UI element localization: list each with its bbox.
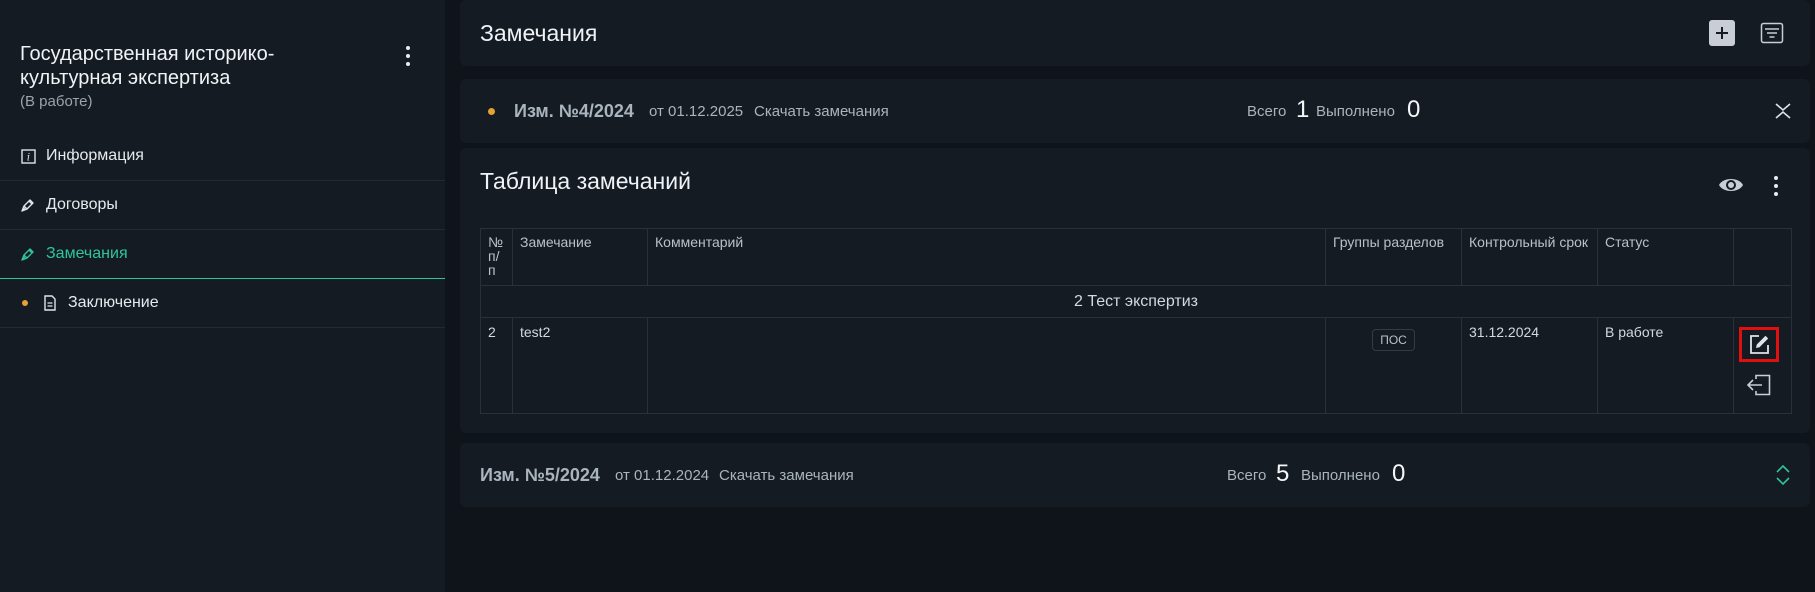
sidebar-item-conclusion[interactable]: Заключение	[0, 279, 445, 328]
section-tag: ПОС	[1372, 329, 1415, 351]
table-row[interactable]: 2 test2 ПОС 31.12.2024 В работе	[480, 317, 1792, 414]
table-menu-icon[interactable]	[1766, 174, 1786, 198]
total-value: 5	[1276, 460, 1290, 487]
plus-icon	[1716, 27, 1728, 39]
revision-bar[interactable]: Изм. №5/2024 от 01.12.2024 Скачать замеч…	[460, 443, 1810, 507]
done-label: Выполнено	[1316, 103, 1395, 120]
project-menu-icon[interactable]	[396, 44, 420, 68]
expand-icon[interactable]	[1773, 464, 1793, 486]
done-value: 0	[1392, 460, 1406, 487]
column-header	[1733, 228, 1792, 286]
info-icon: i	[20, 148, 36, 164]
group-label: 2 Тест экспертиз	[480, 285, 1792, 318]
group-row: 2 Тест экспертиз	[480, 285, 1792, 318]
done-label: Выполнено	[1301, 467, 1380, 484]
project-status: (В работе)	[20, 93, 93, 110]
table-title: Таблица замечаний	[480, 168, 691, 194]
column-header: Комментарий	[647, 228, 1326, 286]
project-title: Государственная историко-культурная эксп…	[20, 43, 275, 89]
filter-button[interactable]	[1759, 20, 1785, 46]
sidebar-item-remarks[interactable]: Замечания	[0, 230, 445, 279]
remark-cell: test2	[512, 317, 648, 414]
remarks-table-card: Таблица замечаний № п/п Замечание Коммен…	[460, 148, 1810, 433]
revision-date: от 01.12.2025	[649, 103, 744, 120]
sidebar-nav: i Информация Договоры Замечания Заключен…	[0, 132, 445, 328]
download-remarks-link[interactable]: Скачать замечания	[754, 103, 889, 120]
sidebar: Государственная историко-культурная эксп…	[0, 0, 445, 592]
sidebar-item-label: Информация	[46, 147, 144, 164]
revision-date: от 01.12.2024	[615, 467, 710, 484]
collapse-icon[interactable]	[1773, 101, 1793, 121]
page-header: Замечания	[460, 0, 1810, 66]
revision-bar[interactable]: Изм. №4/2024 от 01.12.2025 Скачать замеч…	[460, 79, 1810, 143]
sidebar-item-contracts[interactable]: Договоры	[0, 181, 445, 230]
status-dot	[488, 108, 495, 115]
sidebar-item-info[interactable]: i Информация	[0, 132, 445, 181]
filter-icon	[1760, 22, 1784, 44]
pen-icon	[20, 197, 36, 213]
column-header: Контрольный срок	[1461, 228, 1598, 286]
sidebar-item-label: Замечания	[46, 245, 128, 262]
sidebar-item-label: Договоры	[46, 196, 118, 213]
revision-number: Изм. №5/2024	[480, 465, 600, 485]
download-remarks-link[interactable]: Скачать замечания	[719, 467, 854, 484]
column-header: Статус	[1597, 228, 1734, 286]
column-header: Группы разделов	[1325, 228, 1462, 286]
remarks-table: № п/п Замечание Комментарий Группы разде…	[480, 228, 1792, 414]
status-dot	[22, 300, 28, 306]
add-button[interactable]	[1709, 20, 1735, 46]
comment-cell	[647, 317, 1326, 414]
done-value: 0	[1407, 96, 1421, 123]
total-value: 1	[1296, 96, 1310, 123]
svg-text:i: i	[26, 152, 29, 163]
total-label: Всего	[1227, 467, 1267, 484]
actions-cell	[1733, 317, 1792, 414]
deadline-cell: 31.12.2024	[1461, 317, 1598, 414]
edit-button[interactable]	[1739, 327, 1779, 362]
edit-icon	[1750, 334, 1769, 354]
eye-icon[interactable]	[1718, 174, 1744, 196]
move-icon[interactable]	[1747, 374, 1771, 396]
status-cell: В работе	[1597, 317, 1734, 414]
revision-number: Изм. №4/2024	[514, 101, 634, 121]
column-header: Замечание	[512, 228, 648, 286]
document-icon	[42, 295, 58, 311]
pen-icon	[20, 246, 36, 262]
row-number: 2	[480, 317, 513, 414]
page-title: Замечания	[480, 20, 598, 46]
sidebar-item-label: Заключение	[68, 294, 159, 311]
section-group-cell: ПОС	[1325, 317, 1462, 414]
project-header: Государственная историко-культурная эксп…	[20, 42, 420, 110]
column-header: № п/п	[480, 228, 513, 286]
total-label: Всего	[1247, 103, 1287, 120]
